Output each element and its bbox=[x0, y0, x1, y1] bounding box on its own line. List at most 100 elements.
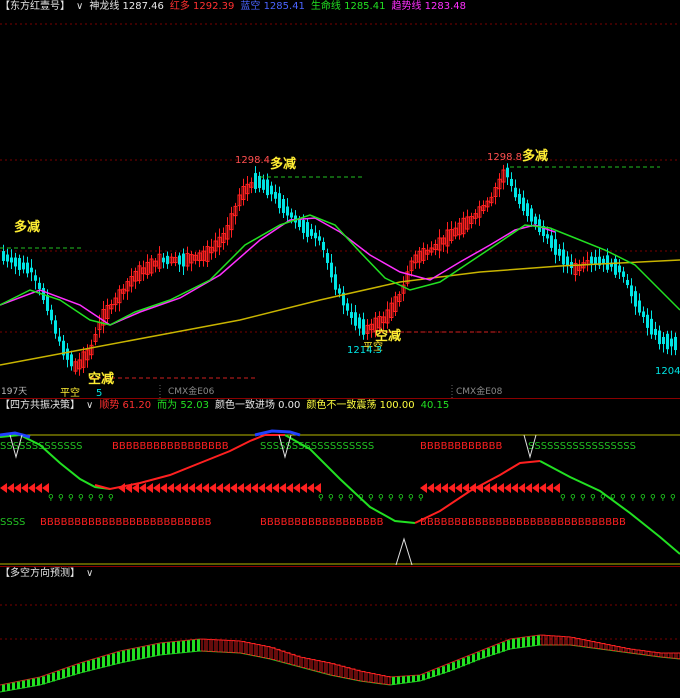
forecast-block bbox=[266, 646, 271, 659]
runner-icon: ⚲ bbox=[580, 493, 586, 502]
indicator-4: 趋势线 1283.48 bbox=[391, 1, 466, 12]
forecast-block bbox=[487, 648, 490, 657]
main-chart-panel[interactable]: 多减多减多减空减空减平空平空1298.41298.81214.31204.519… bbox=[0, 0, 680, 398]
forecast-block bbox=[157, 643, 160, 656]
sell-arrow bbox=[181, 483, 188, 493]
sell-arrow bbox=[160, 483, 167, 493]
candle-body bbox=[670, 338, 673, 347]
resonance-title[interactable]: 【四方共振决策】 bbox=[0, 400, 80, 411]
forecast-block bbox=[376, 674, 381, 684]
candle-body bbox=[314, 232, 317, 239]
forecast-block bbox=[386, 676, 391, 686]
signal-row-text: SSSS bbox=[0, 517, 25, 528]
runner-icon: ⚲ bbox=[328, 493, 334, 502]
candlestick-chart[interactable]: 多减多减多减空减空减平空平空1298.41298.81214.31204.519… bbox=[0, 0, 680, 398]
signal-row-text: BBBBBBBBBBBBBBBBBBBBBBBBBBBBBB bbox=[420, 517, 626, 528]
candle-body bbox=[350, 312, 353, 318]
forecast-block bbox=[661, 652, 666, 658]
forecast-block bbox=[132, 648, 135, 661]
candle-body bbox=[282, 199, 285, 213]
runner-icon: ⚲ bbox=[68, 493, 74, 502]
candle-body bbox=[322, 241, 325, 251]
forecast-block bbox=[517, 638, 520, 649]
candle-body bbox=[626, 279, 629, 286]
forecast-block bbox=[331, 663, 336, 676]
forecast-block bbox=[117, 651, 120, 664]
forecast-block bbox=[286, 652, 291, 664]
resonance-indicators: 顺势 61.20 而为 52.03 颜色一致进场 0.00 颜色不一致震荡 100.0… bbox=[99, 400, 455, 411]
forecast-block bbox=[371, 673, 376, 684]
resonance-chart[interactable]: SSSSSSSSSSSSS BBBBBBBBBBBBBBBBB SSSSSSSSSS… bbox=[0, 399, 680, 566]
sell-arrow bbox=[14, 483, 21, 493]
forecast-block bbox=[226, 639, 231, 653]
forecast-block bbox=[147, 645, 150, 658]
candle-body bbox=[530, 208, 533, 222]
sell-arrow bbox=[118, 483, 125, 493]
forecast-block bbox=[546, 635, 551, 646]
candle-body bbox=[522, 197, 525, 212]
duo-jian-label: 多减 bbox=[14, 219, 40, 235]
candle-body bbox=[258, 175, 261, 189]
indicator-3: 生命线 1285.41 bbox=[310, 1, 386, 12]
candle-body bbox=[54, 320, 57, 334]
sell-arrow bbox=[511, 483, 518, 493]
candle-body bbox=[290, 212, 293, 218]
chevron-down-icon[interactable]: ∨ bbox=[86, 400, 93, 411]
candle-body bbox=[662, 337, 665, 344]
indicator-1: 而为 52.03 bbox=[157, 400, 209, 411]
candle-body bbox=[166, 255, 169, 265]
forecast-block bbox=[346, 667, 351, 679]
forecast-block bbox=[246, 642, 251, 655]
chevron-down-icon[interactable]: ∨ bbox=[86, 568, 93, 579]
candle-body bbox=[22, 262, 25, 270]
forecast-block bbox=[472, 654, 475, 663]
forecast-block bbox=[52, 672, 55, 682]
sell-arrow bbox=[490, 483, 497, 493]
forecast-block bbox=[437, 668, 440, 676]
forecast-block bbox=[77, 664, 80, 674]
forecast-block bbox=[167, 642, 170, 655]
resonance-panel[interactable]: SSSSSSSSSSSSS BBBBBBBBBBBBBBBBB SSSSSSSSSS… bbox=[0, 399, 680, 566]
sell-arrow bbox=[209, 483, 216, 493]
runner-icon: ⚲ bbox=[640, 493, 646, 502]
forecast-block bbox=[271, 647, 276, 660]
forecast-block bbox=[261, 645, 266, 658]
forecast-block bbox=[417, 675, 420, 682]
candle-body bbox=[182, 253, 185, 267]
forecast-block bbox=[361, 671, 366, 682]
kong-jian-label: 空减 bbox=[88, 371, 114, 387]
runner-icon: ⚲ bbox=[348, 493, 354, 502]
indicator-4: 40.15 bbox=[420, 400, 450, 411]
candle-body bbox=[326, 253, 329, 263]
forecast-block bbox=[671, 652, 676, 659]
candle-body bbox=[562, 249, 565, 265]
forecast-block bbox=[152, 644, 155, 657]
forecast-block bbox=[442, 666, 445, 674]
forecast-block bbox=[32, 678, 35, 687]
spike-marker bbox=[395, 537, 413, 566]
sell-arrow bbox=[42, 483, 49, 493]
price-high-label: 1298.4 bbox=[235, 155, 270, 166]
chevron-down-icon[interactable]: ∨ bbox=[76, 1, 83, 12]
candle-body bbox=[534, 216, 537, 225]
candle-body bbox=[358, 317, 361, 329]
forecast-block bbox=[427, 672, 430, 679]
forecast-block bbox=[201, 638, 206, 652]
forecast-title[interactable]: 【多空方向预测】 bbox=[0, 568, 80, 579]
forecast-block bbox=[72, 665, 75, 676]
forecast-block bbox=[62, 669, 65, 679]
forecast-panel[interactable]: 【多空方向预测】 ∨ bbox=[0, 567, 680, 698]
candle-body bbox=[254, 173, 257, 189]
forecast-block bbox=[301, 657, 306, 668]
forecast-block bbox=[497, 644, 500, 654]
main-chart-title[interactable]: 【东方红壹号】 bbox=[0, 1, 70, 12]
candle-body bbox=[302, 220, 305, 233]
candle-body bbox=[262, 179, 265, 190]
sell-arrow bbox=[525, 483, 532, 493]
forecast-chart[interactable] bbox=[0, 567, 680, 698]
runner-icon: ⚲ bbox=[650, 493, 656, 502]
sell-arrow bbox=[188, 483, 195, 493]
forecast-block bbox=[462, 658, 465, 667]
candle-body bbox=[594, 257, 597, 264]
resonance-line-green bbox=[539, 460, 680, 555]
